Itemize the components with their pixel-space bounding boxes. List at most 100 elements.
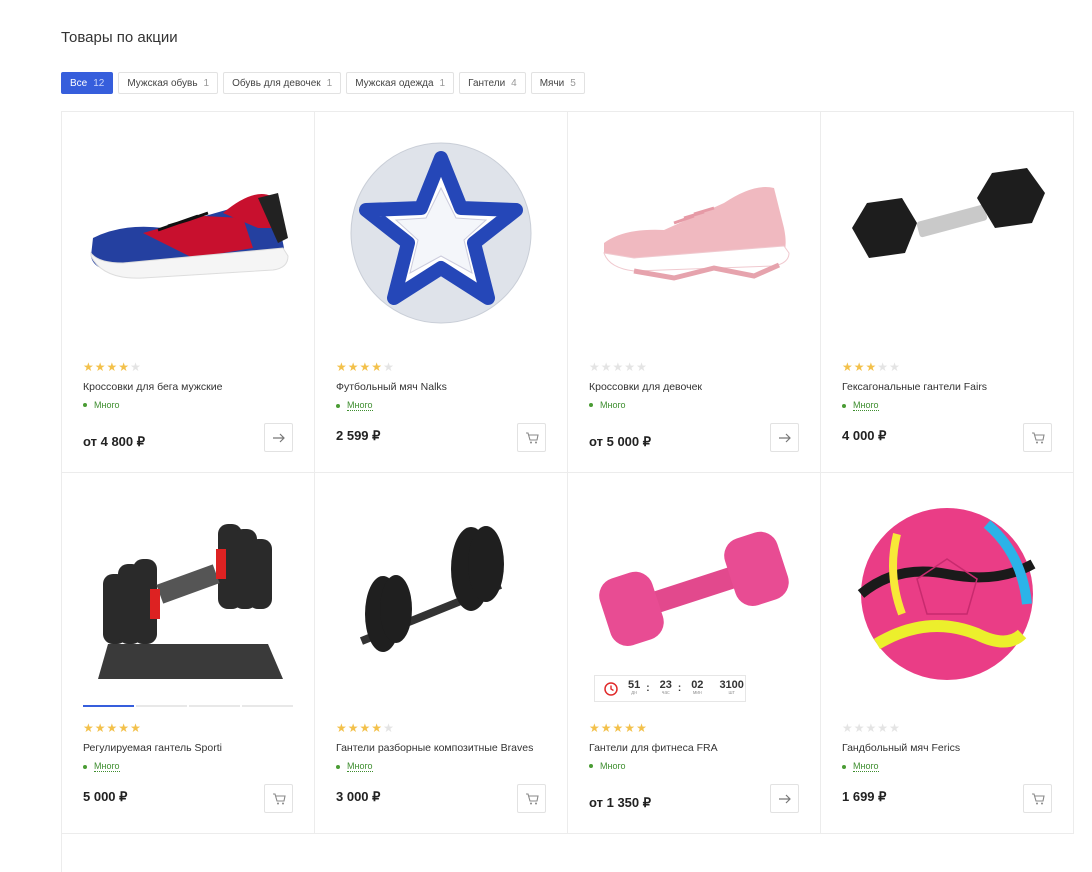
filter-girls-shoes[interactable]: Обувь для девочек 1 — [223, 72, 342, 94]
add-to-cart-button[interactable] — [1023, 423, 1052, 452]
star-icon: ★ — [130, 360, 142, 374]
add-to-cart-button[interactable] — [264, 784, 293, 813]
product-price: 4 000 ₽ — [842, 428, 887, 443]
stock-status: Много — [336, 761, 373, 772]
promo-countdown-timer: 51 дн : 23 час : 02 мин 3100 шт — [594, 675, 746, 702]
product-grid: ★★★★★ Кроссовки для бега мужские Много о… — [61, 111, 1074, 872]
filter-count: 4 — [511, 77, 517, 89]
star-icon: ★ — [383, 360, 395, 374]
rating-stars: ★★★★★ — [842, 721, 901, 735]
star-icon: ★ — [612, 721, 625, 735]
star-icon: ★ — [118, 360, 131, 374]
star-icon: ★ — [359, 360, 372, 374]
product-name[interactable]: Гантели для фитнеса FRA — [589, 742, 718, 754]
star-icon: ★ — [636, 721, 648, 735]
filter-label: Мужская одежда — [355, 77, 434, 89]
product-name[interactable]: Кроссовки для девочек — [589, 381, 702, 393]
product-name[interactable]: Гантели разборные композитные Braves — [336, 742, 533, 754]
product-card[interactable]: ★★★★★ Гандбольный мяч Ferics Много 1 699… — [821, 473, 1074, 834]
star-icon: ★ — [347, 721, 360, 735]
star-icon: ★ — [877, 721, 890, 735]
filter-label: Мужская обувь — [127, 77, 198, 89]
star-icon: ★ — [889, 721, 901, 735]
star-icon: ★ — [589, 360, 601, 374]
product-image-sneaker[interactable] — [78, 128, 298, 338]
product-image-sneaker[interactable] — [584, 128, 804, 338]
product-name[interactable]: Кроссовки для бега мужские — [83, 381, 222, 393]
rating-stars: ★★★★★ — [589, 360, 648, 374]
filter-dumbbells[interactable]: Гантели 4 — [459, 72, 526, 94]
star-icon: ★ — [589, 721, 601, 735]
product-image-ball[interactable] — [837, 489, 1057, 699]
stock-status: Много — [842, 761, 879, 772]
filter-label: Мячи — [539, 77, 565, 89]
product-price: 2 599 ₽ — [336, 428, 381, 443]
star-icon: ★ — [865, 360, 878, 374]
product-image-ball[interactable] — [331, 128, 551, 338]
star-icon: ★ — [371, 360, 384, 374]
add-to-cart-button[interactable] — [517, 784, 546, 813]
star-icon: ★ — [612, 360, 625, 374]
product-card[interactable]: ★★★★★ Футбольный мяч Nalks Много 2 599 ₽ — [315, 112, 568, 473]
star-icon: ★ — [83, 721, 95, 735]
filter-count: 5 — [570, 77, 576, 89]
arrow-right-icon — [272, 433, 285, 442]
star-icon: ★ — [359, 721, 372, 735]
filter-count: 1 — [439, 77, 446, 89]
product-name[interactable]: Гексагональные гантели Fairs — [842, 381, 987, 393]
product-image-dumbbell[interactable] — [584, 489, 804, 699]
filter-all[interactable]: Все 12 — [61, 72, 114, 94]
rating-stars: ★★★★★ — [842, 360, 901, 374]
details-button[interactable] — [264, 423, 293, 452]
product-name[interactable]: Футбольный мяч Nalks — [336, 381, 447, 393]
cart-icon — [272, 792, 286, 804]
product-card[interactable]: ★★★★★ Кроссовки для бега мужские Много о… — [62, 112, 315, 473]
product-image-dumbbell[interactable] — [837, 128, 1057, 338]
filter-balls[interactable]: Мячи 5 — [530, 72, 585, 94]
product-card[interactable]: 51 дн : 23 час : 02 мин 3100 шт ★★★★★ Гантел… — [568, 473, 821, 834]
clock-icon — [604, 681, 618, 696]
star-icon: ★ — [383, 721, 395, 735]
category-filters: Все 12 Мужская обувь 1 Обувь для девочек 1 … — [61, 72, 585, 94]
star-icon: ★ — [336, 721, 348, 735]
product-name[interactable]: Регулируемая гантель Sporti — [83, 742, 222, 754]
product-card[interactable]: ★★★★★ Регулируемая гантель Sporti Много … — [62, 473, 315, 834]
add-to-cart-button[interactable] — [517, 423, 546, 452]
details-button[interactable] — [770, 784, 799, 813]
filter-mens-clothing[interactable]: Мужская одежда 1 — [346, 72, 455, 94]
product-price: 3 000 ₽ — [336, 789, 381, 804]
product-card[interactable]: ★★★★★ Кроссовки для девочек Много от 5 0… — [568, 112, 821, 473]
star-icon: ★ — [842, 360, 854, 374]
timer-minutes: 02 мин — [691, 679, 704, 697]
star-icon: ★ — [118, 721, 131, 735]
product-name[interactable]: Гандбольный мяч Ferics — [842, 742, 960, 754]
star-icon: ★ — [853, 721, 866, 735]
rating-stars: ★★★★★ — [83, 360, 142, 374]
star-icon: ★ — [106, 360, 119, 374]
filter-label: Гантели — [468, 77, 506, 89]
rating-stars: ★★★★★ — [589, 721, 648, 735]
rating-stars: ★★★★★ — [83, 721, 142, 735]
product-card[interactable]: ★★★★★ Гексагональные гантели Fairs Много… — [821, 112, 1074, 473]
product-image-dumbbell[interactable] — [78, 489, 298, 699]
timer-days: 51 дн — [628, 679, 641, 697]
details-button[interactable] — [770, 423, 799, 452]
product-image-dumbbell[interactable] — [331, 489, 551, 699]
filter-label: Обувь для девочек — [232, 77, 321, 89]
section-title: Товары по акции — [61, 29, 178, 46]
image-slider-indicator[interactable] — [83, 705, 293, 707]
star-icon: ★ — [636, 360, 648, 374]
star-icon: ★ — [853, 360, 866, 374]
star-icon: ★ — [106, 721, 119, 735]
add-to-cart-button[interactable] — [1023, 784, 1052, 813]
filter-count: 12 — [93, 77, 105, 89]
timer-hours: 23 час — [659, 679, 672, 697]
star-icon: ★ — [865, 721, 878, 735]
star-icon: ★ — [94, 721, 107, 735]
product-price: от 1 350 ₽ — [589, 795, 652, 810]
star-icon: ★ — [83, 360, 95, 374]
star-icon: ★ — [842, 721, 854, 735]
cart-icon — [525, 431, 539, 443]
product-card[interactable]: ★★★★★ Гантели разборные композитные Brav… — [315, 473, 568, 834]
filter-mens-shoes[interactable]: Мужская обувь 1 — [118, 72, 219, 94]
